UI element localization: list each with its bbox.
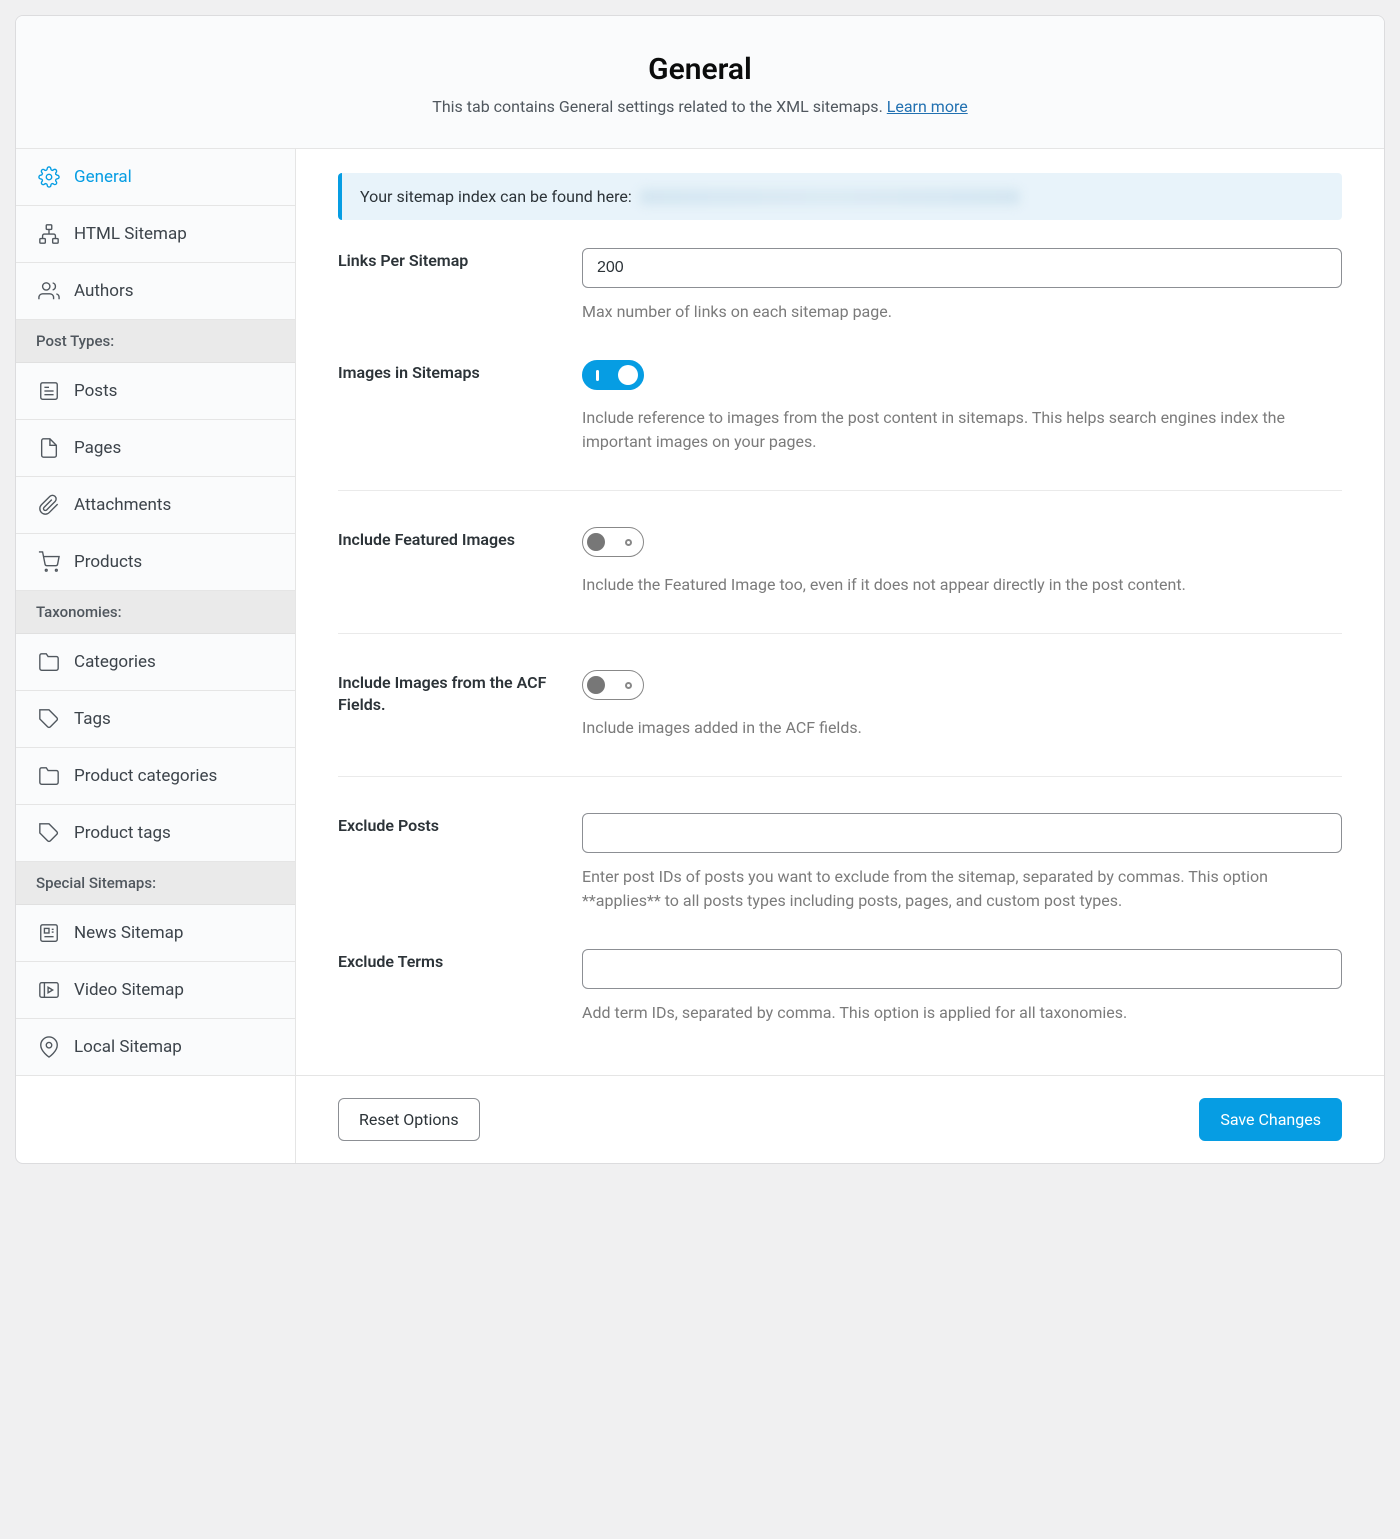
panel-header: General This tab contains General settin… — [16, 16, 1384, 149]
gear-icon — [38, 166, 60, 188]
field-label: Include Images from the ACF Fields. — [338, 670, 570, 740]
sidebar-item-product-tags[interactable]: Product tags — [16, 805, 295, 862]
field-label: Include Featured Images — [338, 527, 570, 597]
sidebar-item-label: Video Sitemap — [74, 980, 184, 1000]
sidebar-item-label: Posts — [74, 381, 117, 401]
news-icon — [38, 922, 60, 944]
sitemap-index-notice: Your sitemap index can be found here: — [338, 173, 1342, 220]
panel-body: General HTML Sitemap Authors Post Types: — [16, 149, 1384, 1163]
field-description: Include the Featured Image too, even if … — [582, 573, 1342, 597]
sidebar-item-label: Product tags — [74, 823, 171, 843]
panel-title: General — [40, 52, 1360, 87]
sidebar-item-video-sitemap[interactable]: Video Sitemap — [16, 962, 295, 1019]
field-label: Images in Sitemaps — [338, 360, 570, 454]
sidebar-item-posts[interactable]: Posts — [16, 363, 295, 420]
panel-subtitle: This tab contains General settings relat… — [40, 97, 1360, 116]
field-label: Exclude Posts — [338, 813, 570, 913]
reset-options-button[interactable]: Reset Options — [338, 1098, 480, 1141]
field-description: Max number of links on each sitemap page… — [582, 300, 1342, 324]
sidebar-item-tags[interactable]: Tags — [16, 691, 295, 748]
learn-more-link[interactable]: Learn more — [887, 97, 968, 116]
tag-icon — [38, 708, 60, 730]
exclude-posts-input[interactable] — [582, 813, 1342, 853]
sidebar-item-pages[interactable]: Pages — [16, 420, 295, 477]
field-links-per-sitemap: Links Per Sitemap Max number of links on… — [338, 248, 1342, 360]
sidebar-item-label: Authors — [74, 281, 134, 301]
sidebar-item-html-sitemap[interactable]: HTML Sitemap — [16, 206, 295, 263]
posts-icon — [38, 380, 60, 402]
field-description: Include reference to images from the pos… — [582, 406, 1342, 454]
sidebar-item-label: Categories — [74, 652, 156, 672]
save-changes-button[interactable]: Save Changes — [1199, 1098, 1342, 1141]
form-footer: Reset Options Save Changes — [296, 1075, 1384, 1163]
paperclip-icon — [38, 494, 60, 516]
include-featured-toggle[interactable] — [582, 527, 644, 557]
sidebar-item-attachments[interactable]: Attachments — [16, 477, 295, 534]
sidebar-item-authors[interactable]: Authors — [16, 263, 295, 320]
video-icon — [38, 979, 60, 1001]
sidebar: General HTML Sitemap Authors Post Types: — [16, 149, 296, 1163]
links-per-sitemap-input[interactable] — [582, 248, 1342, 288]
sidebar-item-local-sitemap[interactable]: Local Sitemap — [16, 1019, 295, 1075]
field-include-featured-images: Include Featured Images Include the Feat… — [338, 527, 1342, 634]
field-label: Exclude Terms — [338, 949, 570, 1025]
sidebar-item-news-sitemap[interactable]: News Sitemap — [16, 905, 295, 962]
users-icon — [38, 280, 60, 302]
sidebar-item-label: Products — [74, 552, 142, 572]
field-exclude-posts: Exclude Posts Enter post IDs of posts yo… — [338, 813, 1342, 949]
field-include-acf-images: Include Images from the ACF Fields. Incl… — [338, 670, 1342, 777]
field-label: Links Per Sitemap — [338, 248, 570, 324]
sidebar-item-general[interactable]: General — [16, 149, 295, 206]
field-exclude-terms: Exclude Terms Add term IDs, separated by… — [338, 949, 1342, 1061]
sidebar-item-product-categories[interactable]: Product categories — [16, 748, 295, 805]
sidebar-item-label: HTML Sitemap — [74, 224, 187, 244]
sitemap-url-blurred — [640, 189, 1020, 205]
sidebar-item-categories[interactable]: Categories — [16, 634, 295, 691]
page-icon — [38, 437, 60, 459]
sidebar-group-taxonomies: Taxonomies: — [16, 591, 295, 634]
sidebar-item-label: Product categories — [74, 766, 217, 786]
field-images-in-sitemaps: Images in Sitemaps Include reference to … — [338, 360, 1342, 491]
field-description: Add term IDs, separated by comma. This o… — [582, 1001, 1342, 1025]
notice-text: Your sitemap index can be found here: — [360, 187, 632, 206]
cart-icon — [38, 551, 60, 573]
exclude-terms-input[interactable] — [582, 949, 1342, 989]
field-description: Include images added in the ACF fields. — [582, 716, 1342, 740]
sidebar-item-label: News Sitemap — [74, 923, 183, 943]
sidebar-item-label: Attachments — [74, 495, 171, 515]
sitemap-icon — [38, 223, 60, 245]
sidebar-item-label: Tags — [74, 709, 111, 729]
field-description: Enter post IDs of posts you want to excl… — [582, 865, 1342, 913]
sidebar-item-products[interactable]: Products — [16, 534, 295, 591]
sidebar-group-post-types: Post Types: — [16, 320, 295, 363]
folder-icon — [38, 651, 60, 673]
sidebar-item-label: Pages — [74, 438, 121, 458]
folder-icon — [38, 765, 60, 787]
sidebar-item-label: Local Sitemap — [74, 1037, 182, 1057]
include-acf-toggle[interactable] — [582, 670, 644, 700]
location-icon — [38, 1036, 60, 1058]
settings-panel: General This tab contains General settin… — [15, 15, 1385, 1164]
sidebar-item-label: General — [74, 167, 132, 187]
tag-icon — [38, 822, 60, 844]
images-in-sitemaps-toggle[interactable] — [582, 360, 644, 390]
content-area: Your sitemap index can be found here: Li… — [296, 149, 1384, 1163]
sidebar-group-special: Special Sitemaps: — [16, 862, 295, 905]
